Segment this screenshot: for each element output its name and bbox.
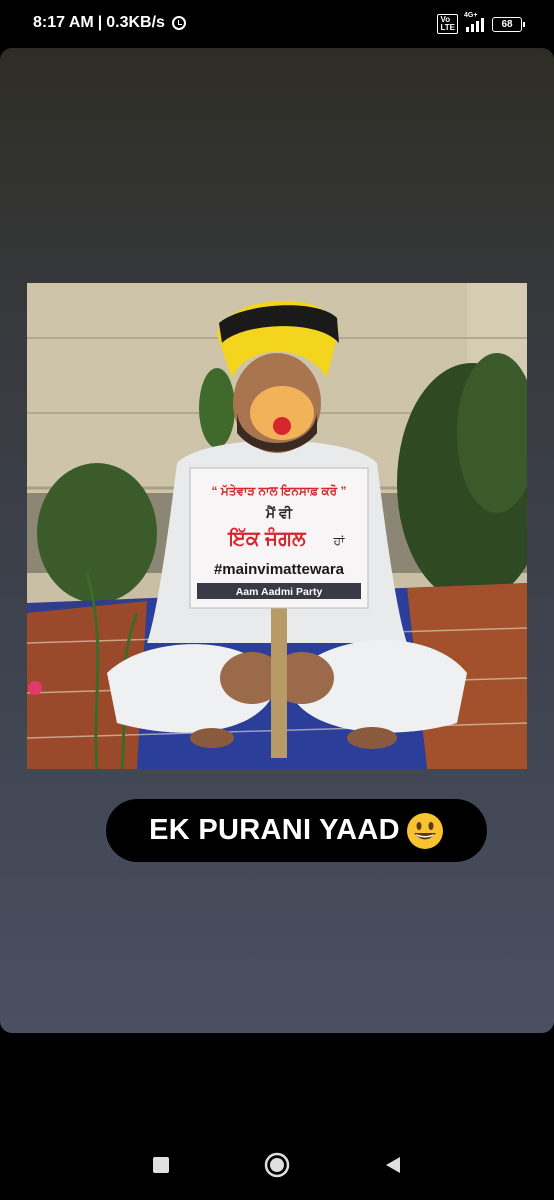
grinning-face-emoji [406, 812, 444, 850]
placard-hashtag: #mainvimattewara [214, 561, 345, 578]
placard-line3: ਇੱਕ ਜੰਗਲ [226, 526, 307, 550]
status-left: 8:17 AM | 0.3KB/s [33, 14, 186, 32]
placard-line2: ਮੈਂ ਵੀ [265, 504, 293, 521]
clock: 8:17 AM [33, 14, 94, 31]
network-type: 4G+ [464, 12, 478, 19]
caption-sticker[interactable]: EK PURANI YAAD [106, 799, 487, 862]
placard-party: Aam Aadmi Party [236, 586, 323, 598]
caption-text: EK PURANI YAAD [149, 814, 400, 846]
alarm-icon [171, 16, 186, 30]
square-icon[interactable] [146, 1150, 176, 1180]
battery-icon: 68 [492, 16, 525, 32]
navigation-bar [0, 1130, 554, 1200]
network-speed: 0.3KB/s [106, 14, 165, 31]
battery-level: 68 [501, 18, 513, 30]
circle-icon[interactable] [262, 1150, 292, 1180]
status-right: Vo LTE 4G+ 68 [437, 12, 525, 34]
status-bar: 8:17 AM | 0.3KB/s Vo LTE 4G+ 68 [0, 0, 554, 48]
story-photo: “ ਮੱਤੇਵਾੜ ਨਾਲ ਇਨਸਾਫ਼ ਕਰੋ ” ਮੈਂ ਵੀ ਇੱਕ ਜੰ… [27, 283, 527, 769]
placard-line1: “ ਮੱਤੇਵਾੜ ਨਾਲ ਇਨਸਾਫ਼ ਕਰੋ ” [212, 483, 347, 498]
photo-illustration: “ ਮੱਤੇਵਾੜ ਨਾਲ ਇਨਸਾਫ਼ ਕਰੋ ” ਮੈਂ ਵੀ ਇੱਕ ਜੰ… [27, 283, 527, 769]
story-card[interactable]: “ ਮੱਤੇਵਾੜ ਨਾਲ ਇਨਸਾਫ਼ ਕਰੋ ” ਮੈਂ ਵੀ ਇੱਕ ਜੰ… [0, 48, 554, 1033]
placard-line3-suffix: ਹਾਂ [333, 534, 345, 548]
triangle-back-icon[interactable] [378, 1150, 408, 1180]
status-separator: | [97, 14, 103, 31]
volte-icon: Vo LTE [437, 14, 458, 34]
signal-icon: 4G+ [464, 12, 484, 32]
